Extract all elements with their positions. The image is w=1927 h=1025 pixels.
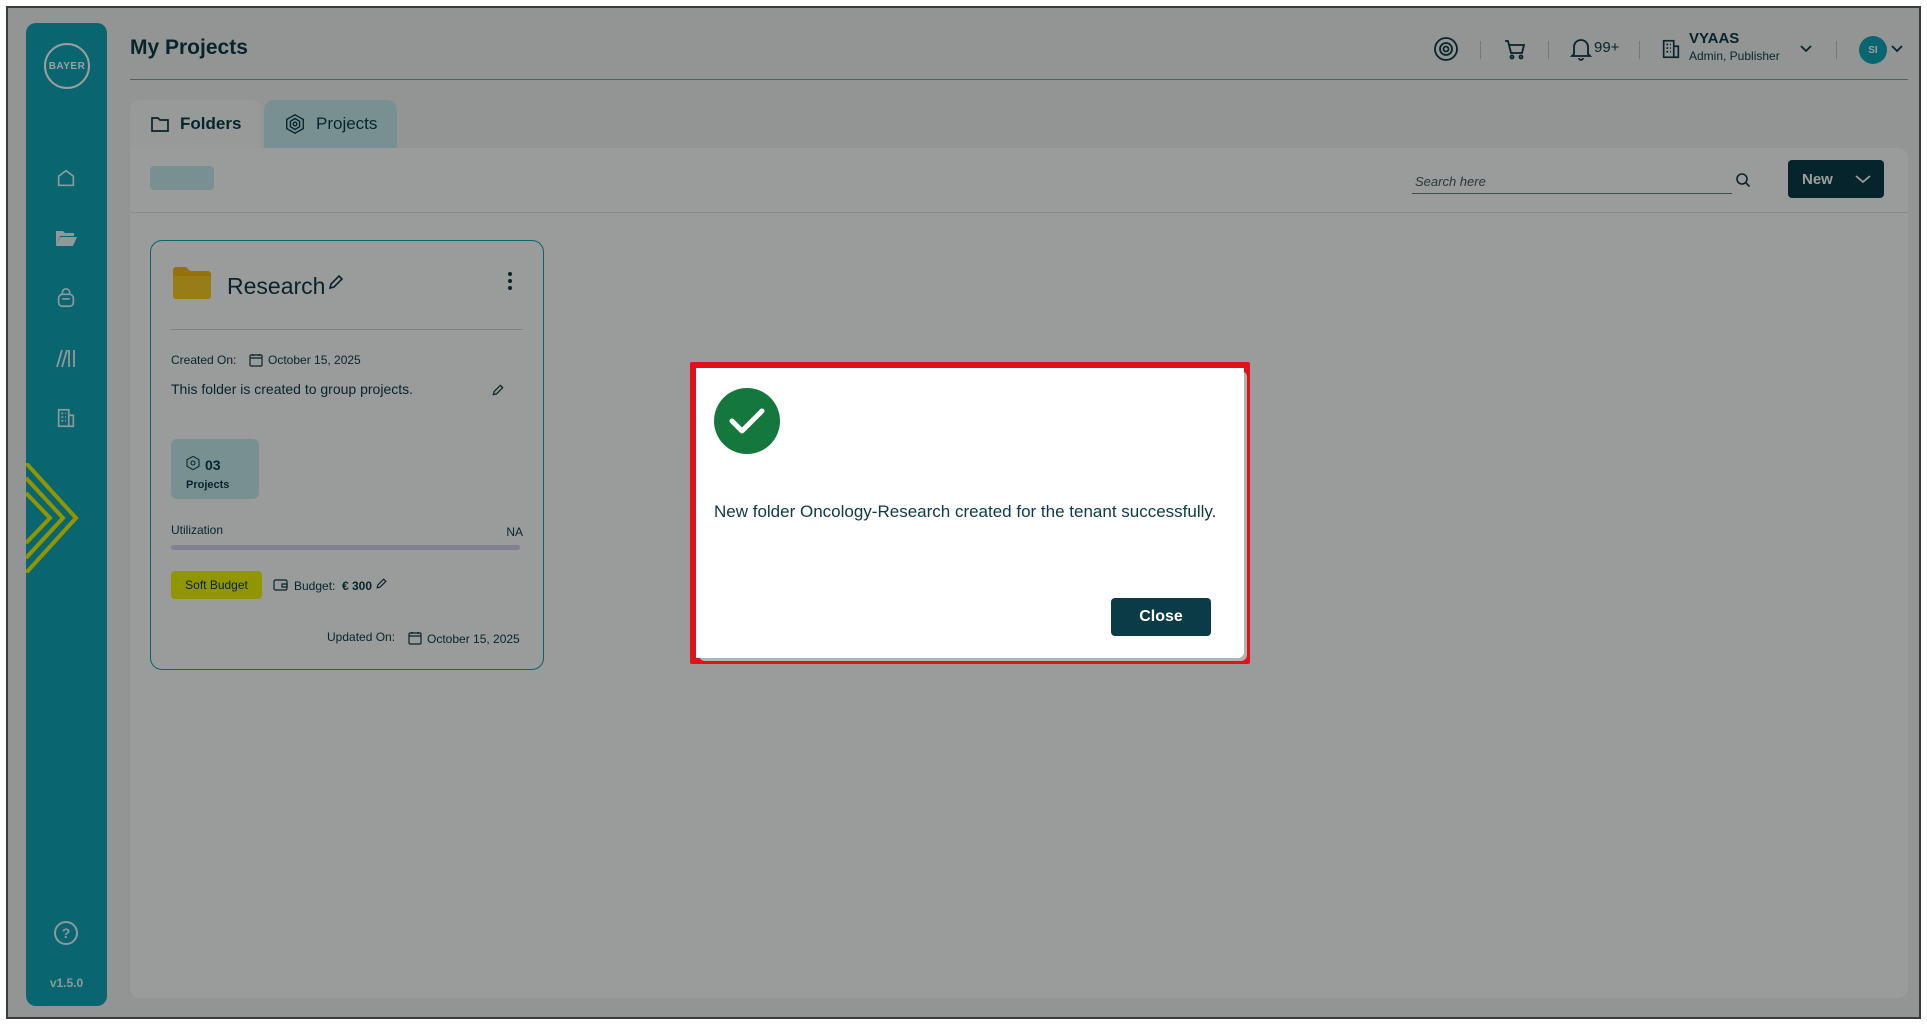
success-dialog: New folder Oncology-Research created for… [696, 368, 1244, 658]
close-button[interactable]: Close [1111, 598, 1211, 636]
success-check-icon [714, 388, 780, 454]
dialog-message: New folder Oncology-Research created for… [714, 502, 1217, 521]
dialog-highlight-frame: New folder Oncology-Research created for… [690, 362, 1250, 664]
app-window: BAYER ? v1.5.0 My Projects 99+ VYAAS Adm… [6, 6, 1921, 1019]
